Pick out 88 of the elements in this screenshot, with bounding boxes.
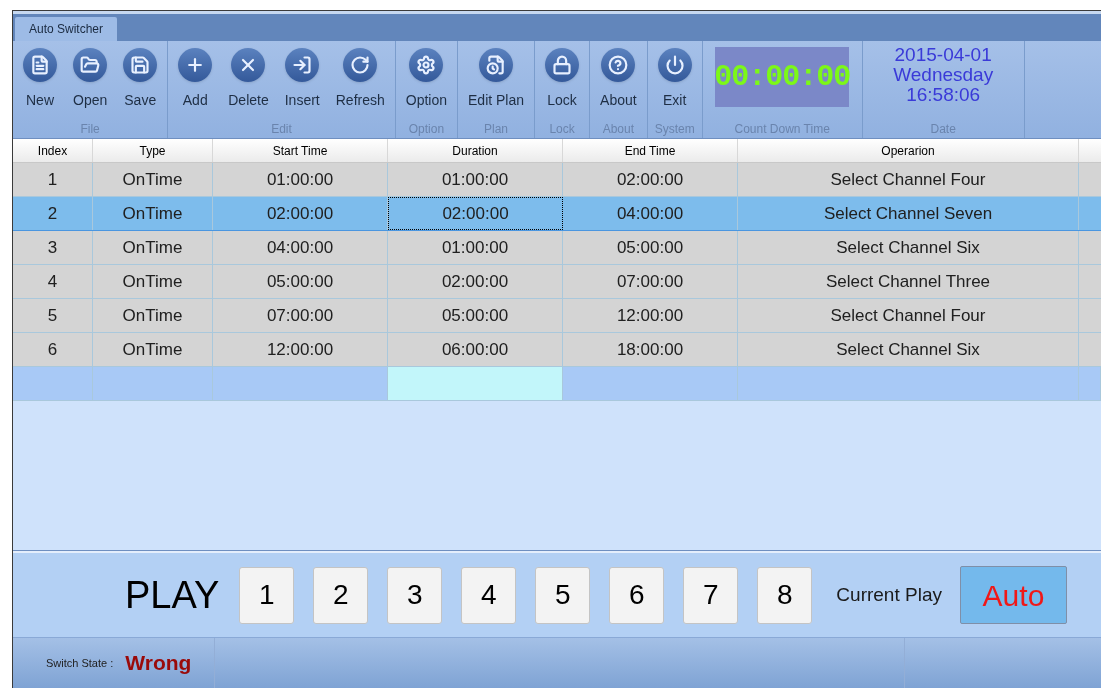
ribbon-button[interactable]: Save — [117, 48, 164, 111]
ribbon-button[interactable]: Delete — [222, 48, 275, 111]
table-cell: Select Channel Four — [738, 299, 1079, 332]
column-header[interactable]: Duration — [388, 139, 563, 162]
table-cell: 02:00:00 — [563, 163, 738, 196]
table-cell: 02:00:00 — [388, 265, 563, 298]
padlock-icon — [545, 48, 580, 82]
ribbon-button[interactable]: Open — [67, 48, 114, 111]
table-cell: 18:00:00 — [563, 333, 738, 366]
channel-button[interactable]: 2 — [313, 566, 369, 624]
ribbon-button[interactable]: Exit — [651, 48, 698, 111]
table-cell: 5 — [13, 299, 93, 332]
switch-state-value: Wrong — [125, 650, 192, 677]
table-cell: OnTime — [93, 333, 213, 366]
settings-icon — [409, 48, 444, 82]
table-cell: 6 — [13, 333, 93, 366]
ribbon-button[interactable]: About — [594, 48, 643, 111]
table-row[interactable]: 4 OnTime 05:00:00 02:00:00 07:00:00 Select Channel Three — [13, 265, 1101, 299]
table-cell: Select Channel Three — [738, 265, 1079, 298]
table-cell: 06:00:00 — [388, 333, 563, 366]
channel-button[interactable]: 5 — [535, 566, 591, 624]
channel-button[interactable]: 7 — [683, 566, 739, 624]
ribbon-button[interactable]: New — [17, 48, 63, 111]
table-cell: 12:00:00 — [563, 299, 738, 332]
table-cell: OnTime — [93, 299, 213, 332]
current-play-label: Current Play — [836, 582, 942, 607]
app-tab[interactable]: Auto Switcher — [15, 17, 118, 41]
ribbon-button[interactable]: Option — [399, 48, 453, 111]
column-header[interactable]: Index — [13, 139, 93, 162]
table-cell: 05:00:00 — [213, 265, 388, 298]
table-cell: Select Channel Six — [738, 231, 1079, 264]
date-text: 2015-04-01 — [894, 45, 992, 65]
table-cell: 02:00:00 — [213, 197, 388, 230]
channel-button[interactable]: 8 — [757, 566, 813, 624]
ribbon-button[interactable]: Edit Plan — [462, 48, 531, 111]
table-cell: OnTime — [93, 163, 213, 196]
column-header[interactable]: Start Time — [213, 139, 388, 162]
column-header[interactable]: End Time — [563, 139, 738, 162]
table-cell: 07:00:00 — [213, 299, 388, 332]
ribbon-button[interactable]: Add — [172, 48, 219, 111]
document-icon — [23, 48, 57, 82]
table-cell: OnTime — [93, 197, 213, 230]
column-header[interactable]: Operarion — [738, 139, 1079, 162]
ribbon-button[interactable]: Lock — [539, 48, 586, 111]
switch-state-label: Switch State : — [46, 655, 114, 671]
table-cell: 01:00:00 — [388, 231, 563, 264]
table-cell: 04:00:00 — [563, 197, 738, 230]
channel-button[interactable]: 4 — [461, 566, 517, 624]
play-label: PLAY — [125, 572, 220, 618]
table-row[interactable]: 6 OnTime 12:00:00 06:00:00 18:00:00 Select Channel Six — [13, 333, 1101, 367]
table-cell: 07:00:00 — [563, 265, 738, 298]
table-cell: Select Channel Four — [738, 163, 1079, 196]
new-row-cell[interactable] — [388, 367, 563, 400]
close-icon — [231, 48, 266, 82]
ribbon-button[interactable]: Insert — [278, 48, 326, 111]
question-icon — [601, 48, 636, 82]
table-row[interactable]: 3 OnTime 04:00:00 01:00:00 05:00:00 Select Channel Six — [13, 231, 1101, 265]
weekday-text: Wednesday — [893, 65, 994, 85]
table-cell: 4 — [13, 265, 93, 298]
folder-icon — [73, 48, 108, 82]
countdown-display: 00:00:00 — [715, 47, 850, 107]
channel-button[interactable]: 1 — [239, 566, 295, 624]
plus-icon — [178, 48, 213, 82]
table-cell: 12:00:00 — [213, 333, 388, 366]
table-cell: Select Channel Six — [738, 333, 1079, 366]
column-header[interactable]: Type — [93, 139, 213, 162]
refresh-icon — [343, 48, 378, 82]
table-row[interactable]: 2 OnTime 02:00:00 02:00:00 04:00:00 Select Channel Seven — [13, 197, 1101, 231]
table-cell: 02:00:00 — [388, 197, 563, 230]
table-cell: 01:00:00 — [213, 163, 388, 196]
document-clock-icon — [479, 48, 514, 82]
table-cell: OnTime — [93, 265, 213, 298]
table-cell: 05:00:00 — [388, 299, 563, 332]
time-text: 16:58:06 — [906, 85, 981, 105]
table-cell: 04:00:00 — [213, 231, 388, 264]
channel-button[interactable]: 6 — [609, 566, 665, 624]
table-row[interactable]: 1 OnTime 01:00:00 01:00:00 02:00:00 Select Channel Four — [13, 163, 1101, 197]
ribbon-button[interactable]: Refresh — [329, 48, 391, 111]
table-cell: 2 — [13, 197, 93, 230]
table-row[interactable]: 5 OnTime 07:00:00 05:00:00 12:00:00 Select Channel Four — [13, 299, 1101, 333]
table-cell: 1 — [13, 163, 93, 196]
table-cell: OnTime — [93, 231, 213, 264]
channel-button[interactable]: 3 — [387, 566, 443, 624]
table-cell: Select Channel Seven — [738, 197, 1079, 230]
power-icon — [657, 48, 692, 82]
table-cell: 3 — [13, 231, 93, 264]
table-cell: 01:00:00 — [388, 163, 563, 196]
table-cell: 05:00:00 — [563, 231, 738, 264]
